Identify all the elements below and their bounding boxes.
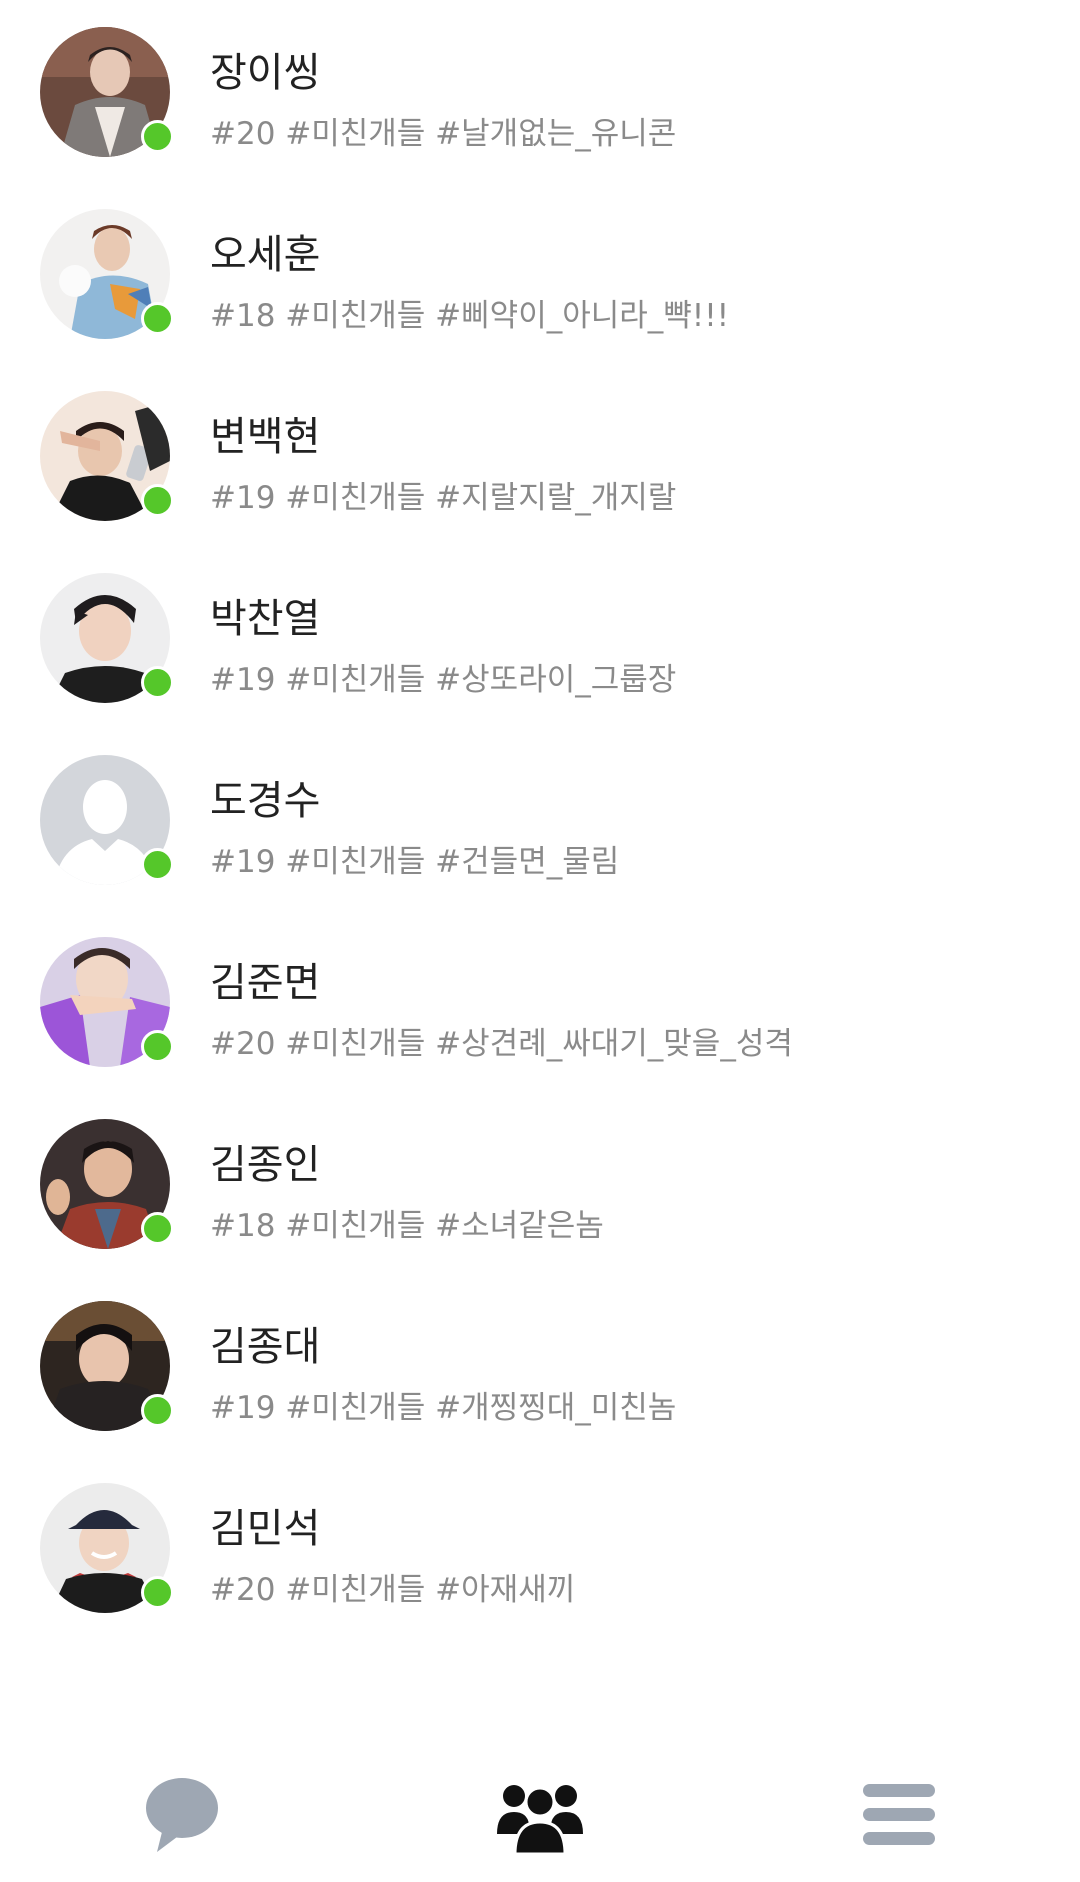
friend-item[interactable]: 오세훈 #18 #미친개들 #삐약이_아니라_뺙!!! bbox=[0, 182, 1080, 352]
online-indicator bbox=[141, 666, 174, 699]
friend-status-message: #18 #미친개들 #삐약이_아니라_뺙!!! bbox=[210, 298, 730, 334]
avatar-container[interactable] bbox=[40, 209, 174, 339]
friend-name: 오세훈 bbox=[210, 232, 321, 278]
chat-tab-button[interactable] bbox=[122, 1760, 242, 1870]
friend-name: 변백현 bbox=[210, 414, 321, 460]
avatar-container[interactable] bbox=[40, 1119, 174, 1249]
friend-status-message: #20 #미친개들 #날개없는_유니콘 bbox=[210, 116, 677, 152]
friend-name: 김종인 bbox=[210, 1142, 321, 1188]
avatar-container[interactable] bbox=[40, 391, 174, 521]
friend-name: 김준면 bbox=[210, 960, 321, 1006]
friend-name: 박찬열 bbox=[210, 596, 321, 642]
friend-item[interactable]: 변백현 #19 #미친개들 #지랄지랄_개지랄 bbox=[0, 364, 1080, 534]
friend-status-message: #20 #미친개들 #아재새끼 bbox=[210, 1572, 576, 1608]
online-indicator bbox=[141, 1576, 174, 1609]
friend-item[interactable]: 김민석 #20 #미친개들 #아재새끼 bbox=[0, 1456, 1080, 1626]
friend-status-message: #19 #미친개들 #건들면_물림 bbox=[210, 844, 620, 880]
avatar-container[interactable] bbox=[40, 937, 174, 1067]
avatar-container[interactable] bbox=[40, 573, 174, 703]
friend-status-message: #20 #미친개들 #상견례_싸대기_맞을_성격 bbox=[210, 1026, 793, 1062]
friend-name: 김종대 bbox=[210, 1324, 321, 1370]
friends-tab-button[interactable] bbox=[480, 1760, 600, 1870]
online-indicator bbox=[141, 302, 174, 335]
friend-status-message: #18 #미친개들 #소녀같은놈 bbox=[210, 1208, 604, 1244]
online-indicator bbox=[141, 848, 174, 881]
chat-bubble-icon bbox=[146, 1778, 218, 1852]
friend-item[interactable]: 김종대 #19 #미친개들 #개찡찡대_미친놈 bbox=[0, 1274, 1080, 1444]
friend-item[interactable]: 김종인 #18 #미친개들 #소녀같은놈 bbox=[0, 1092, 1080, 1262]
online-indicator bbox=[141, 1394, 174, 1427]
friend-item[interactable]: 도경수 #19 #미친개들 #건들면_물림 bbox=[0, 728, 1080, 898]
avatar-container[interactable] bbox=[40, 1483, 174, 1613]
online-indicator bbox=[141, 484, 174, 517]
friend-status-message: #19 #미친개들 #상또라이_그룹장 bbox=[210, 662, 677, 698]
friend-item[interactable]: 김준면 #20 #미친개들 #상견례_싸대기_맞을_성격 bbox=[0, 910, 1080, 1080]
friend-status-message: #19 #미친개들 #개찡찡대_미친놈 bbox=[210, 1390, 677, 1426]
friend-item[interactable]: 박찬열 #19 #미친개들 #상또라이_그룹장 bbox=[0, 546, 1080, 716]
friend-status-message: #19 #미친개들 #지랄지랄_개지랄 bbox=[210, 480, 677, 516]
menu-icon bbox=[863, 1784, 935, 1845]
online-indicator bbox=[141, 1212, 174, 1245]
friends-icon bbox=[497, 1785, 583, 1856]
online-indicator bbox=[141, 1030, 174, 1063]
online-indicator bbox=[141, 120, 174, 153]
menu-tab-button[interactable] bbox=[838, 1760, 958, 1870]
friend-name: 장이씽 bbox=[210, 50, 321, 96]
bottom-navigation bbox=[0, 1760, 1080, 1882]
friend-name: 김민석 bbox=[210, 1506, 321, 1552]
friend-item[interactable]: 장이씽 #20 #미친개들 #날개없는_유니콘 bbox=[0, 0, 1080, 170]
avatar-container[interactable] bbox=[40, 755, 174, 885]
friend-name: 도경수 bbox=[210, 778, 321, 824]
avatar-container[interactable] bbox=[40, 27, 174, 157]
avatar-container[interactable] bbox=[40, 1301, 174, 1431]
